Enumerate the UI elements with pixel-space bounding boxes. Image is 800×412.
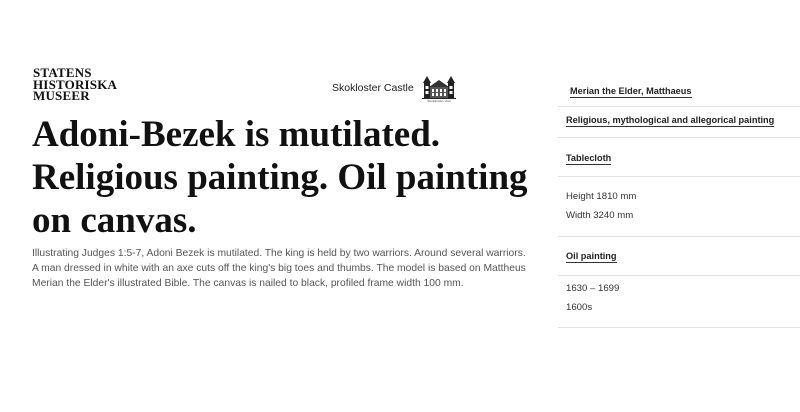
museum-name[interactable]: Skokloster Castle [332,82,414,94]
museum-logo[interactable]: STATENS HISTORISKA MUSEER [33,66,117,103]
divider [558,275,800,276]
divider [558,327,800,328]
divider [558,176,800,177]
divider [558,137,800,138]
dimension-height: Height 1810 mm [566,191,637,202]
category-link[interactable]: Religious, mythological and allegorical … [566,115,775,127]
date-range: 1630 – 1699 [566,283,620,294]
divider [558,236,800,237]
castle-icon-caption: Skoklosters slott [427,99,451,103]
dimension-width: Width 3240 mm [566,210,634,221]
object-description: Illustrating Judges 1:5-7, Adoni Bezek i… [32,248,526,289]
object-facts-sidebar: Merian the Elder, Matthaeus Religious, m… [558,0,800,412]
motif-link[interactable]: Tablecloth [566,153,612,165]
century: 1600s [566,302,593,313]
divider [558,106,800,107]
castle-icon [422,74,456,100]
page-title: Adoni-Bezek is mutilated. Religious pain… [32,114,528,241]
technique-link[interactable]: Oil painting [566,251,617,263]
logo-line-3: MUSEER [33,88,90,103]
artist-link[interactable]: Merian the Elder, Matthaeus [570,86,692,98]
